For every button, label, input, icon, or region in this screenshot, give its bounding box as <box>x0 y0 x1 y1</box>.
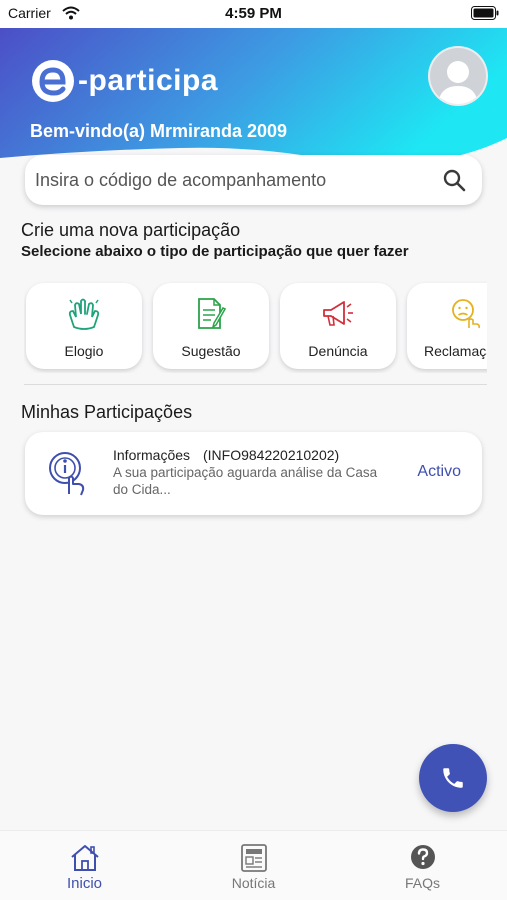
info-touch-icon <box>45 448 93 503</box>
create-section-title: Crie uma nova participação <box>21 220 241 240</box>
type-card-reclamacao[interactable]: Reclamação <box>407 283 487 369</box>
type-card-denuncia[interactable]: Denúncia <box>280 283 396 369</box>
type-card-elogio[interactable]: Elogio <box>26 283 142 369</box>
participation-code: (INFO984220210202) <box>203 447 340 463</box>
participation-types-carousel[interactable]: Elogio Sugestão Denúncia Reclamaç <box>24 281 487 373</box>
sad-face-hand-icon <box>452 299 481 329</box>
my-participations-title: Minhas Participações <box>21 402 193 422</box>
type-label: Denúncia <box>308 343 368 359</box>
home-icon <box>70 845 99 871</box>
create-section-subtitle: Selecione abaixo o tipo de participação … <box>21 243 409 260</box>
tab-noticia[interactable]: Notícia <box>169 831 338 900</box>
type-label: Sugestão <box>181 343 241 359</box>
clapping-hands-icon <box>68 298 100 330</box>
call-button[interactable] <box>419 744 487 812</box>
tracking-search-bar <box>25 155 482 205</box>
tab-label: Inicio <box>66 875 103 892</box>
megaphone-icon <box>323 301 353 326</box>
tab-inicio[interactable]: Inicio <box>0 831 169 900</box>
status-time: 4:59 PM <box>225 5 282 22</box>
type-card-sugestao[interactable]: Sugestão <box>153 283 269 369</box>
phone-icon <box>443 768 463 788</box>
tab-faqs[interactable]: FAQs <box>338 831 507 900</box>
bottom-tab-bar: Inicio Notícia FAQs <box>0 830 507 900</box>
battery-icon <box>471 6 499 25</box>
document-pencil-icon <box>198 298 227 329</box>
status-badge: Activo <box>417 463 461 480</box>
tracking-code-input[interactable] <box>35 155 435 205</box>
logo-text: -participa <box>78 64 219 97</box>
app-logo: -participa <box>30 56 218 106</box>
tab-label: Notícia <box>231 875 276 891</box>
type-label: Elogio <box>64 343 104 359</box>
search-icon[interactable] <box>442 168 466 197</box>
participation-card[interactable]: Informações (INFO984220210202) A sua par… <box>25 432 482 515</box>
e-logo-icon <box>32 60 74 102</box>
question-circle-icon <box>410 845 435 869</box>
avatar[interactable] <box>428 46 488 106</box>
tab-label: FAQs <box>404 875 440 891</box>
header-banner: -participa Bem-vindo(a) Mrmiranda 2009 <box>0 26 507 166</box>
type-label: Reclamação <box>424 343 487 359</box>
participation-type: Informações <box>113 447 191 463</box>
status-bar: Carrier 4:59 PM <box>0 0 507 28</box>
section-divider <box>24 384 487 385</box>
participation-description: A sua participação aguarda análise da Ca… <box>113 465 378 497</box>
newspaper-icon <box>240 844 267 872</box>
welcome-message: Bem-vindo(a) Mrmiranda 2009 <box>30 121 288 141</box>
